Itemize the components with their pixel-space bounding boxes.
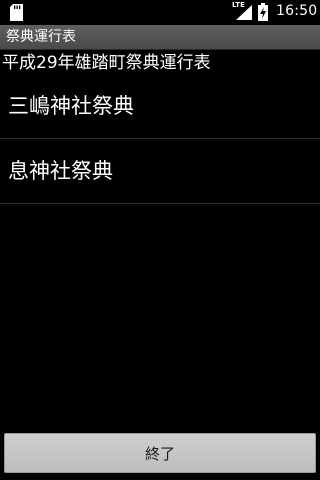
list-item-iki[interactable]: 息神社祭典 [0, 139, 320, 204]
title-bar: 祭典運行表 [0, 25, 320, 50]
exit-button-label: 終了 [144, 444, 175, 463]
exit-button[interactable]: 終了 [4, 433, 316, 473]
status-bar: LTE 16:50 [0, 0, 320, 25]
festival-list: 三嶋神社祭典 息神社祭典 [0, 74, 320, 204]
list-item-label: 息神社祭典 [8, 159, 113, 183]
sd-card-icon [10, 4, 23, 21]
list-item-mishima[interactable]: 三嶋神社祭典 [0, 74, 320, 139]
battery-charging-icon [258, 3, 268, 21]
app-title: 祭典運行表 [6, 29, 76, 45]
status-time: 16:50 [276, 3, 318, 19]
list-item-label: 三嶋神社祭典 [8, 94, 134, 118]
signal-icon [236, 5, 252, 20]
page-header: 平成29年雄踏町祭典運行表 [2, 53, 211, 73]
